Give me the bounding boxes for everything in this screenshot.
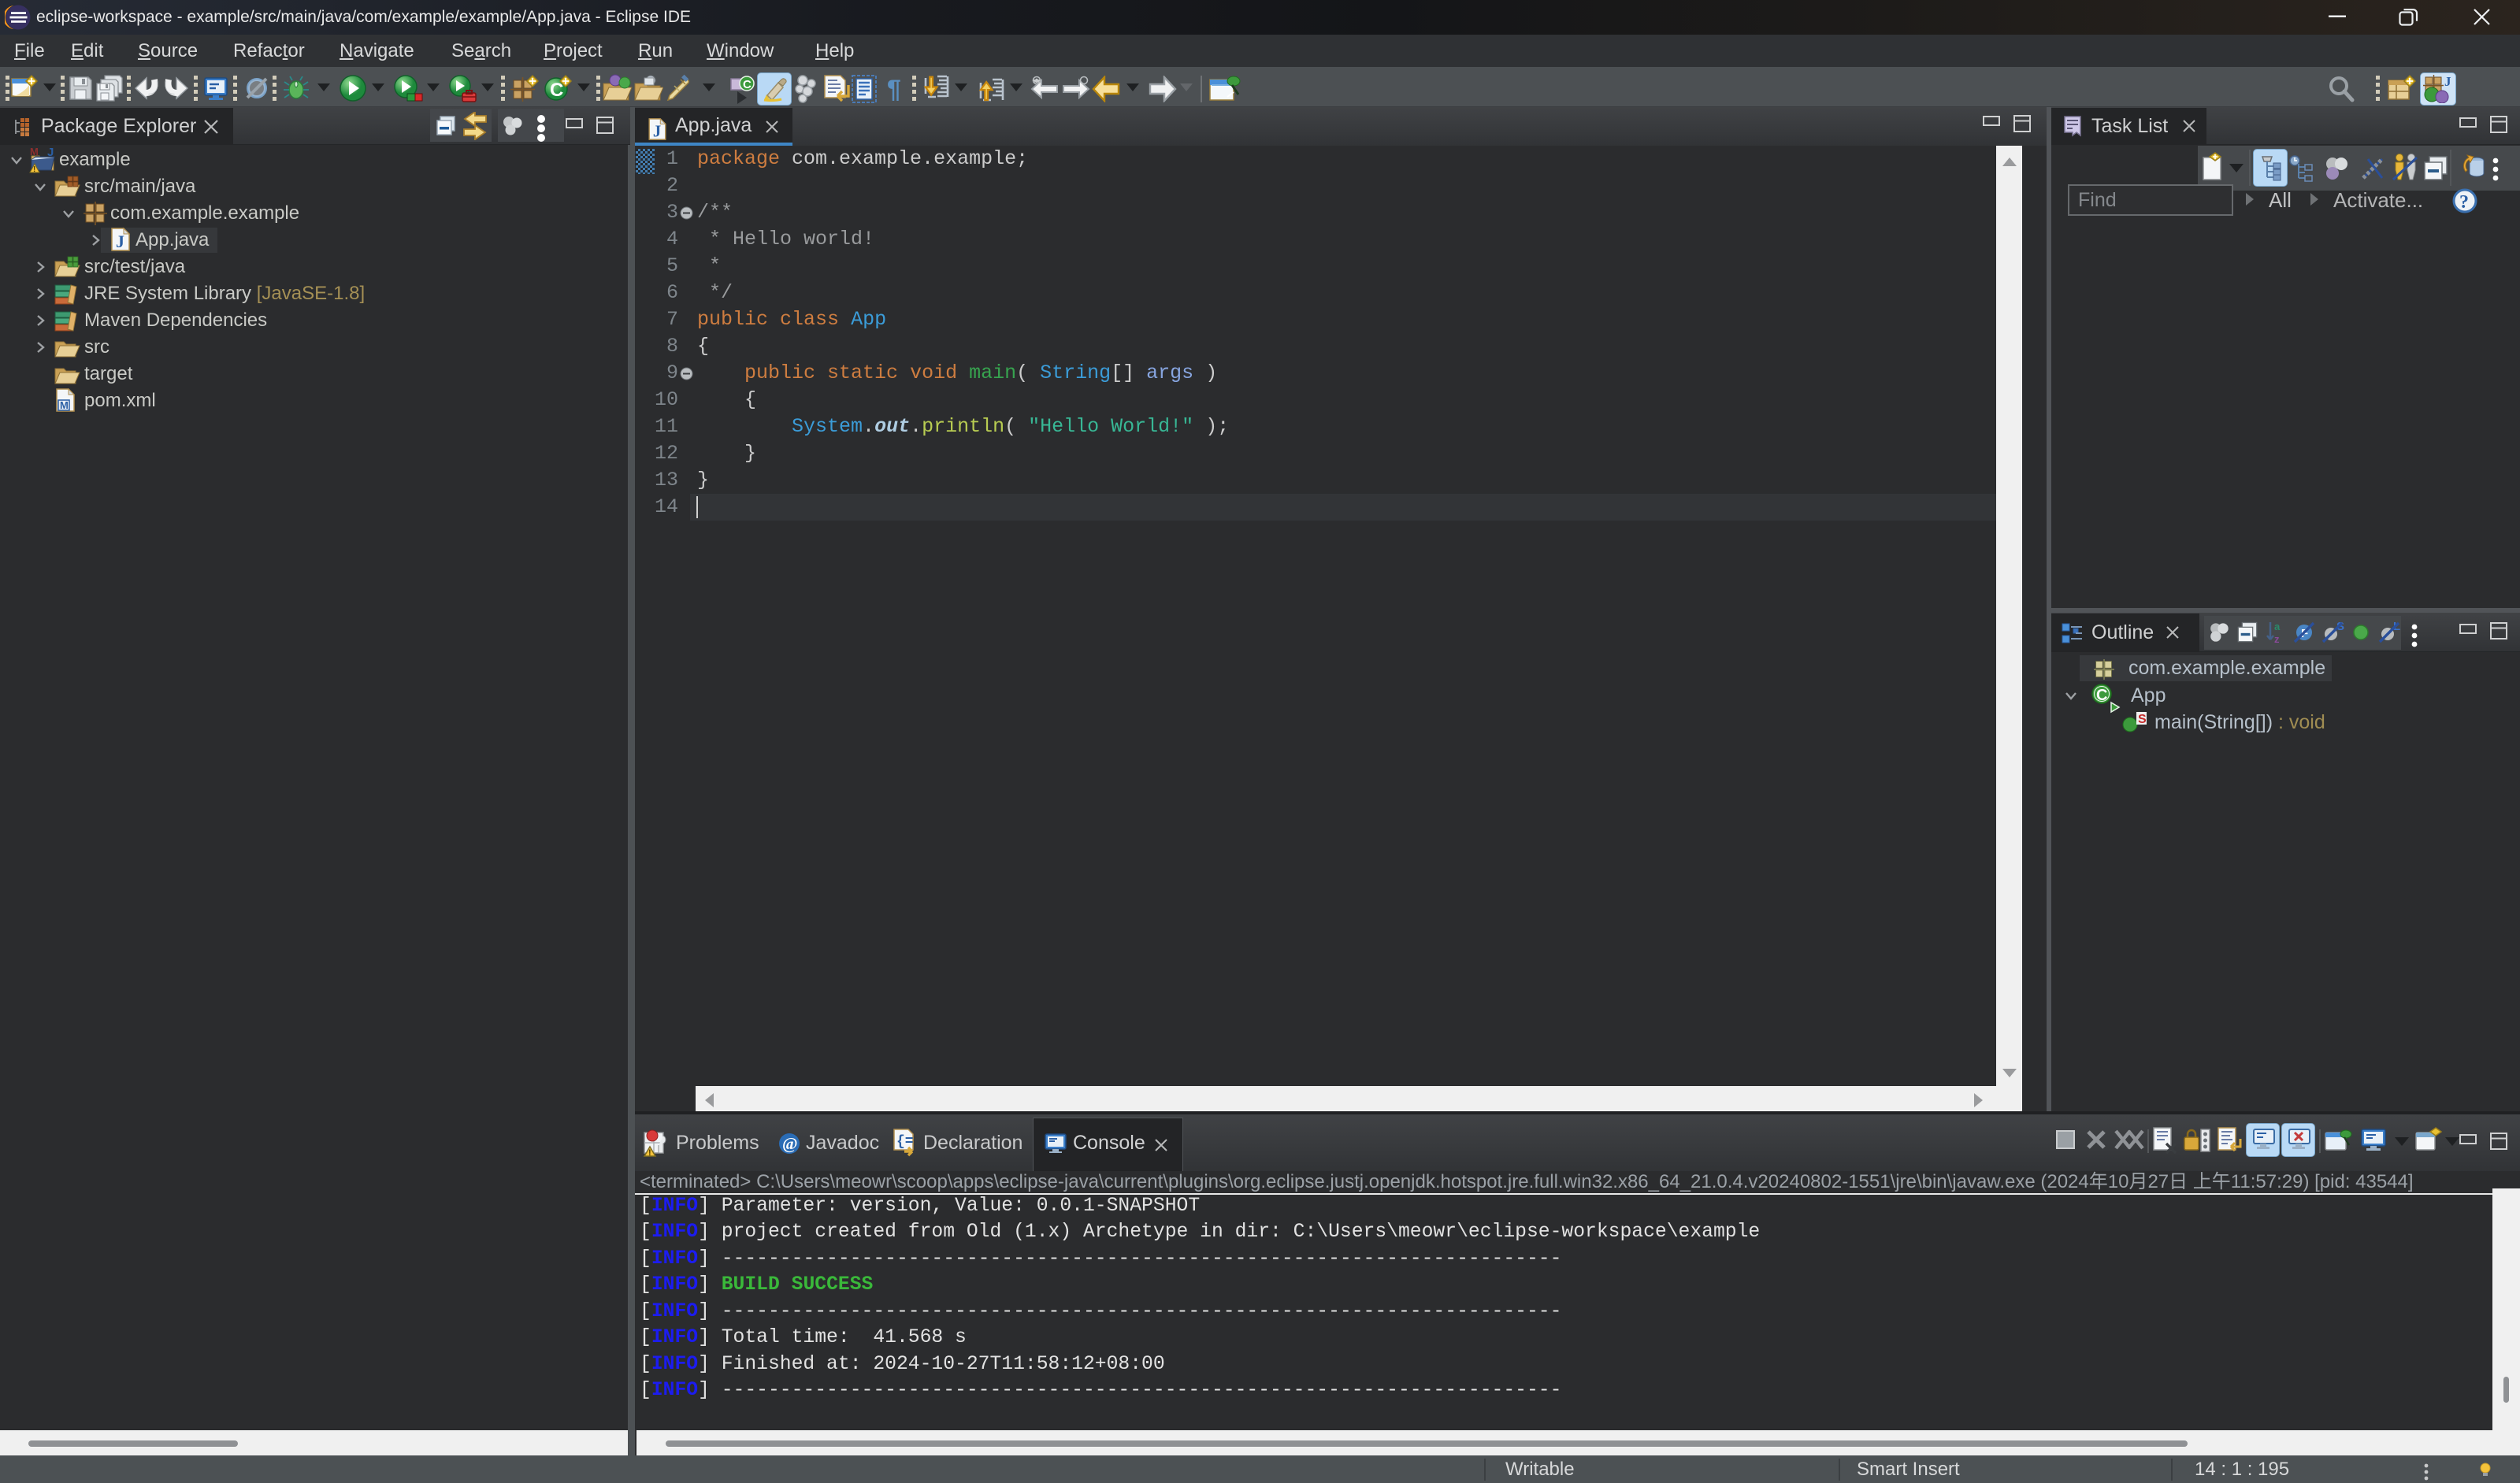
svg-text:J: J — [116, 232, 124, 251]
svg-text:@: @ — [782, 1134, 798, 1153]
svg-text:M: M — [30, 146, 39, 158]
svg-text:C: C — [2096, 687, 2107, 704]
svg-text:?: ? — [2459, 192, 2469, 213]
svg-text:J: J — [47, 146, 54, 159]
svg-text:a: a — [2274, 621, 2281, 632]
svg-text:!: ! — [648, 1148, 651, 1158]
svg-text:S: S — [2138, 713, 2147, 726]
svg-text:z: z — [2274, 633, 2280, 644]
svg-text:J: J — [2444, 75, 2451, 89]
svg-text:!: ! — [33, 165, 35, 173]
svg-text:C: C — [743, 78, 752, 91]
svg-text:J: J — [653, 123, 661, 140]
svg-text:{=: {= — [896, 1134, 914, 1150]
svg-text:M: M — [60, 399, 69, 411]
